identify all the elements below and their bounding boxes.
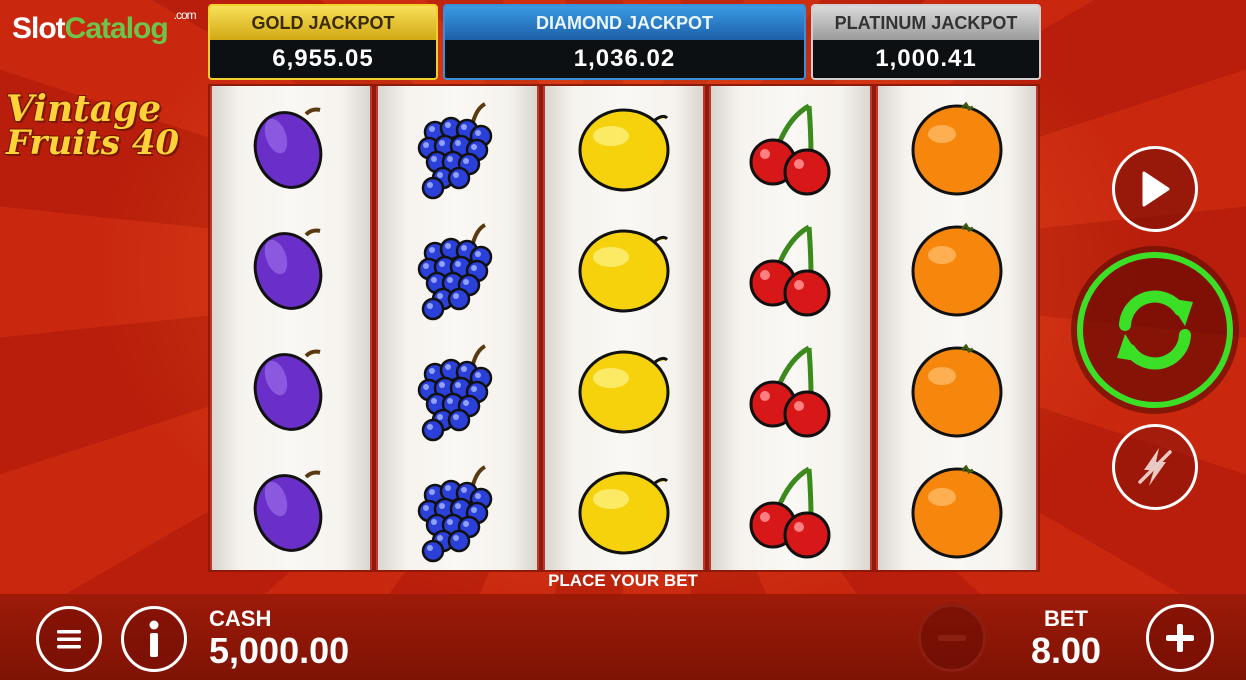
logo-line1: Vintage <box>6 88 162 130</box>
cherry-symbol <box>735 334 845 444</box>
plum-symbol <box>236 334 346 444</box>
menu-button[interactable] <box>36 606 102 672</box>
lemon-symbol <box>569 455 679 565</box>
reel-grid <box>208 84 1040 572</box>
plum-symbol <box>236 92 346 202</box>
autoplay-button[interactable] <box>1112 146 1198 232</box>
play-icon <box>1142 171 1170 207</box>
increase-bet-button[interactable] <box>1146 604 1214 672</box>
info-button[interactable] <box>121 606 187 672</box>
plum-symbol <box>236 455 346 565</box>
plus-icon <box>1166 624 1194 652</box>
lemon-symbol <box>569 92 679 202</box>
jackpot-value: 1,000.41 <box>813 40 1039 78</box>
lemon-symbol <box>569 213 679 323</box>
info-icon <box>149 620 159 657</box>
status-message: PLACE YOUR BET <box>548 571 698 590</box>
cherry-symbol <box>735 455 845 565</box>
brand-name-part2: Catalog <box>64 12 169 45</box>
grapes-symbol <box>403 455 513 565</box>
brand-watermark: SlotCatalog .com <box>12 8 197 46</box>
jackpot-title: GOLD JACKPOT <box>210 6 436 40</box>
game-logo: Vintage Fruits 40 <box>6 88 196 163</box>
orange-symbol <box>902 334 1012 444</box>
orange-symbol <box>902 92 1012 202</box>
reel-5 <box>875 86 1039 570</box>
lemon-symbol <box>569 334 679 444</box>
brand-name-part1: Slot <box>12 12 66 45</box>
cherry-symbol <box>735 213 845 323</box>
platinum-jackpot: PLATINUM JACKPOT 1,000.41 <box>811 4 1041 80</box>
bet-label: BET <box>1044 606 1088 631</box>
cash-label: CASH <box>209 606 272 631</box>
jackpot-title: PLATINUM JACKPOT <box>813 6 1039 40</box>
jackpot-value: 1,036.02 <box>445 40 804 78</box>
logo-line2: Fruits 40 <box>6 123 180 163</box>
jackpot-value: 6,955.05 <box>210 40 436 78</box>
grapes-symbol <box>403 334 513 444</box>
orange-symbol <box>902 213 1012 323</box>
refresh-icon <box>1117 290 1193 370</box>
decrease-bet-button[interactable] <box>918 604 986 672</box>
bet-value: 8.00 <box>1030 630 1102 671</box>
grapes-symbol <box>403 92 513 202</box>
cash-value: 5,000.00 <box>209 630 350 671</box>
diamond-jackpot: DIAMOND JACKPOT 1,036.02 <box>443 4 806 80</box>
reel-2 <box>376 86 539 570</box>
plum-symbol <box>236 213 346 323</box>
orange-symbol <box>902 455 1012 565</box>
turbo-button[interactable] <box>1112 424 1198 510</box>
cherry-symbol <box>735 92 845 202</box>
hamburger-icon <box>57 630 81 649</box>
spin-button[interactable] <box>1077 252 1233 408</box>
reel-4 <box>709 86 872 570</box>
grapes-symbol <box>403 213 513 323</box>
minus-icon <box>938 635 966 641</box>
gold-jackpot: GOLD JACKPOT 6,955.05 <box>208 4 438 80</box>
reel-1 <box>210 86 373 570</box>
jackpot-title: DIAMOND JACKPOT <box>445 6 804 40</box>
brand-suffix: .com <box>173 8 197 22</box>
turbo-off-icon <box>1138 448 1172 486</box>
reel-3 <box>542 86 706 570</box>
